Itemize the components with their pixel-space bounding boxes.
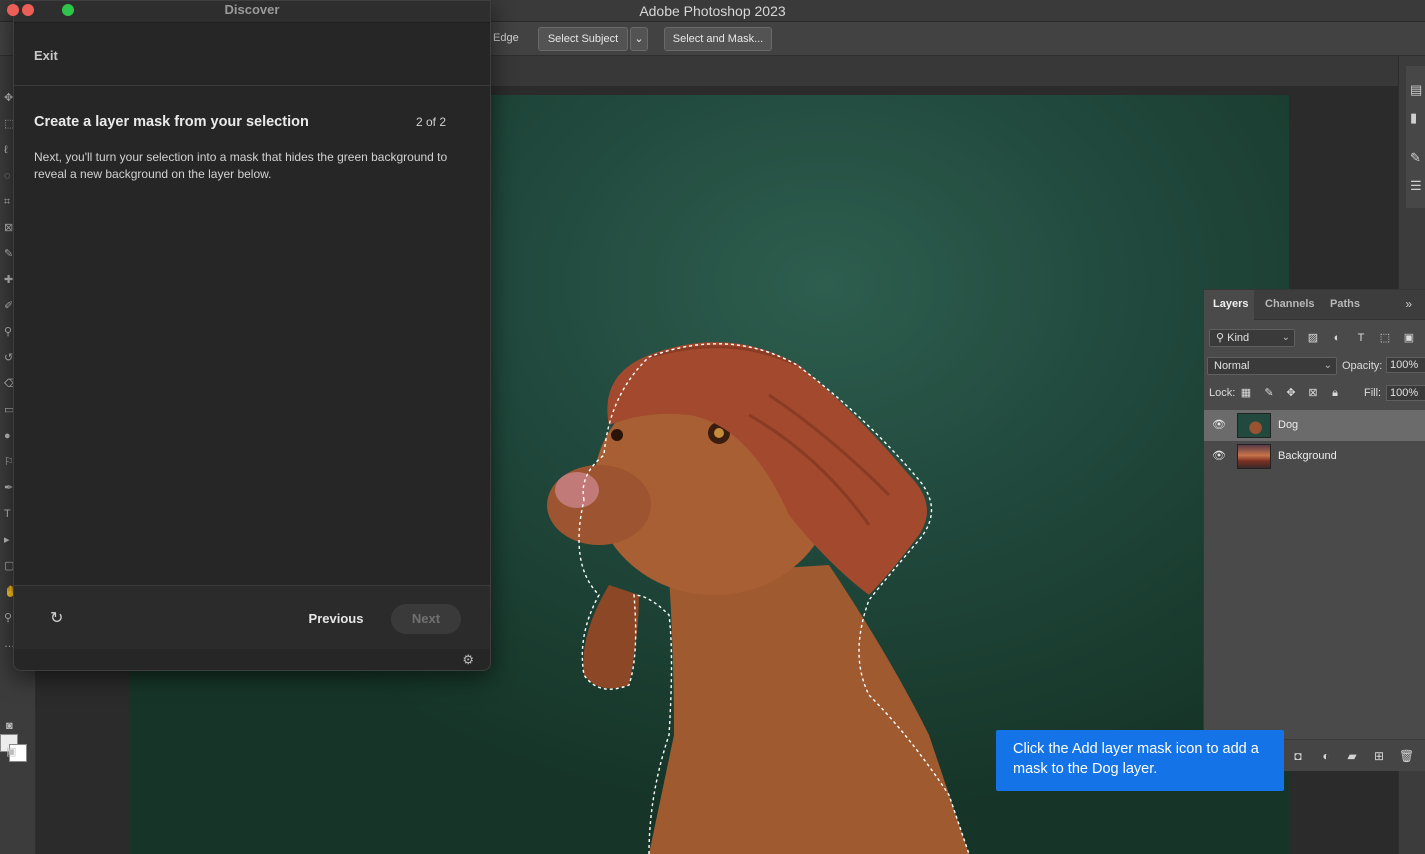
new-group-icon[interactable]: ▰ <box>1345 749 1359 763</box>
lock-position-icon[interactable]: ✥ <box>1284 386 1298 400</box>
layer-thumbnail <box>1237 444 1271 469</box>
select-and-mask-button[interactable]: Select and Mask... <box>664 27 772 51</box>
layer-name: Dog <box>1278 419 1299 431</box>
eye-icon[interactable]: 👁︎ <box>1212 419 1226 431</box>
add-layer-mask-icon[interactable]: ◘ <box>1291 749 1305 763</box>
dog-nose <box>555 472 599 508</box>
discover-footer: ↻ Previous Next <box>14 585 490 649</box>
discover-titlebar: Discover <box>7 1 490 23</box>
restart-icon[interactable]: ↻ <box>50 610 68 628</box>
opacity-input[interactable]: 100% <box>1386 357 1425 373</box>
learn-panel-icon[interactable]: ▤ <box>1410 82 1425 97</box>
screen-mode-icon[interactable]: ▣ <box>6 746 22 758</box>
layer-row-background[interactable]: 👁︎ Background <box>1204 441 1425 472</box>
layer-thumbnail <box>1237 413 1271 438</box>
comments-panel-icon[interactable]: ▮ <box>1410 110 1425 125</box>
tab-channels[interactable]: Channels <box>1265 298 1315 310</box>
photoshop-window: Adobe Photoshop 2023 Edge Select Subject… <box>0 0 1425 854</box>
refine-edge-label[interactable]: Edge <box>493 32 519 44</box>
step-counter: 2 of 2 <box>415 115 446 129</box>
search-icon: ⚲ <box>1216 332 1228 344</box>
discover-title: Discover <box>224 2 280 17</box>
lock-all-icon[interactable]: 🔒︎ <box>1328 386 1342 400</box>
chevron-down-icon: ⌄ <box>1281 332 1290 343</box>
chevron-down-icon: ⌄ <box>1323 360 1332 371</box>
fill-input[interactable]: 100% <box>1386 385 1425 401</box>
filter-shape-icon[interactable]: ⬚ <box>1378 331 1392 345</box>
brush-settings-icon[interactable]: ✎ <box>1410 150 1425 165</box>
fill-label: Fill: <box>1364 387 1382 399</box>
lock-label: Lock: <box>1209 387 1236 399</box>
lock-transparent-pixels-icon[interactable]: ▦ <box>1239 386 1253 400</box>
dog-eye-left <box>611 429 623 441</box>
filter-adjustment-icon[interactable]: ◐ <box>1330 331 1344 345</box>
previous-button[interactable]: Previous <box>296 604 376 634</box>
step-title: Create a layer mask from your selection <box>34 114 309 130</box>
eye-icon[interactable]: 👁︎ <box>1212 450 1226 462</box>
step-description: Next, you'll turn your selection into a … <box>34 150 448 181</box>
tab-layers[interactable]: Layers <box>1213 298 1248 310</box>
chevron-down-icon: ⌄ <box>634 33 644 45</box>
opacity-label: Opacity: <box>1342 360 1383 372</box>
dog-body <box>649 565 969 854</box>
select-subject-dropdown[interactable]: ⌄ <box>630 27 648 51</box>
new-adjustment-layer-icon[interactable]: ◐ <box>1319 749 1333 763</box>
lock-artboard-icon[interactable]: ⊠ <box>1306 386 1320 400</box>
panel-collapse-icon[interactable]: » <box>1405 297 1412 311</box>
layer-row-dog[interactable]: 👁︎ Dog <box>1204 410 1425 441</box>
blend-mode-value: Normal <box>1214 360 1250 372</box>
discover-header: Exit <box>14 23 490 86</box>
filter-kind-label: Kind <box>1227 332 1250 344</box>
delete-layer-icon[interactable]: 🗑︎ <box>1399 749 1414 763</box>
new-layer-icon[interactable]: ⊞ <box>1372 749 1386 763</box>
blend-mode-select[interactable]: Normal ⌄ <box>1207 357 1337 375</box>
layers-panel: Layers Channels Paths » ⚲ Kind ⌄ ▨ ◐ T ⬚… <box>1203 289 1425 771</box>
quick-mask-icon[interactable]: ◙ <box>6 720 22 732</box>
discover-panel: Discover Exit Create a layer mask from y… <box>7 0 491 671</box>
layer-filter-kind[interactable]: ⚲ Kind ⌄ <box>1209 329 1295 347</box>
coach-mark-tooltip: Click the Add layer mask icon to add a m… <box>996 730 1284 791</box>
filter-pixel-icon[interactable]: ▨ <box>1306 331 1320 345</box>
filter-type-icon[interactable]: T <box>1354 331 1368 345</box>
next-button[interactable]: Next <box>391 604 461 634</box>
layer-name: Background <box>1278 450 1337 462</box>
tab-paths[interactable]: Paths <box>1330 298 1360 310</box>
layers-panel-tabs: Layers Channels Paths » <box>1204 290 1425 320</box>
dog-ear-left <box>583 585 639 689</box>
filter-smart-object-icon[interactable]: ▣ <box>1402 331 1416 345</box>
select-subject-button[interactable]: Select Subject <box>538 27 628 51</box>
exit-button[interactable]: Exit <box>34 48 58 63</box>
lock-image-pixels-icon[interactable]: ✎ <box>1262 386 1276 400</box>
adjustments-panel-icon[interactable]: ☰ <box>1410 178 1425 193</box>
gear-icon[interactable]: ⚙ <box>462 652 474 668</box>
